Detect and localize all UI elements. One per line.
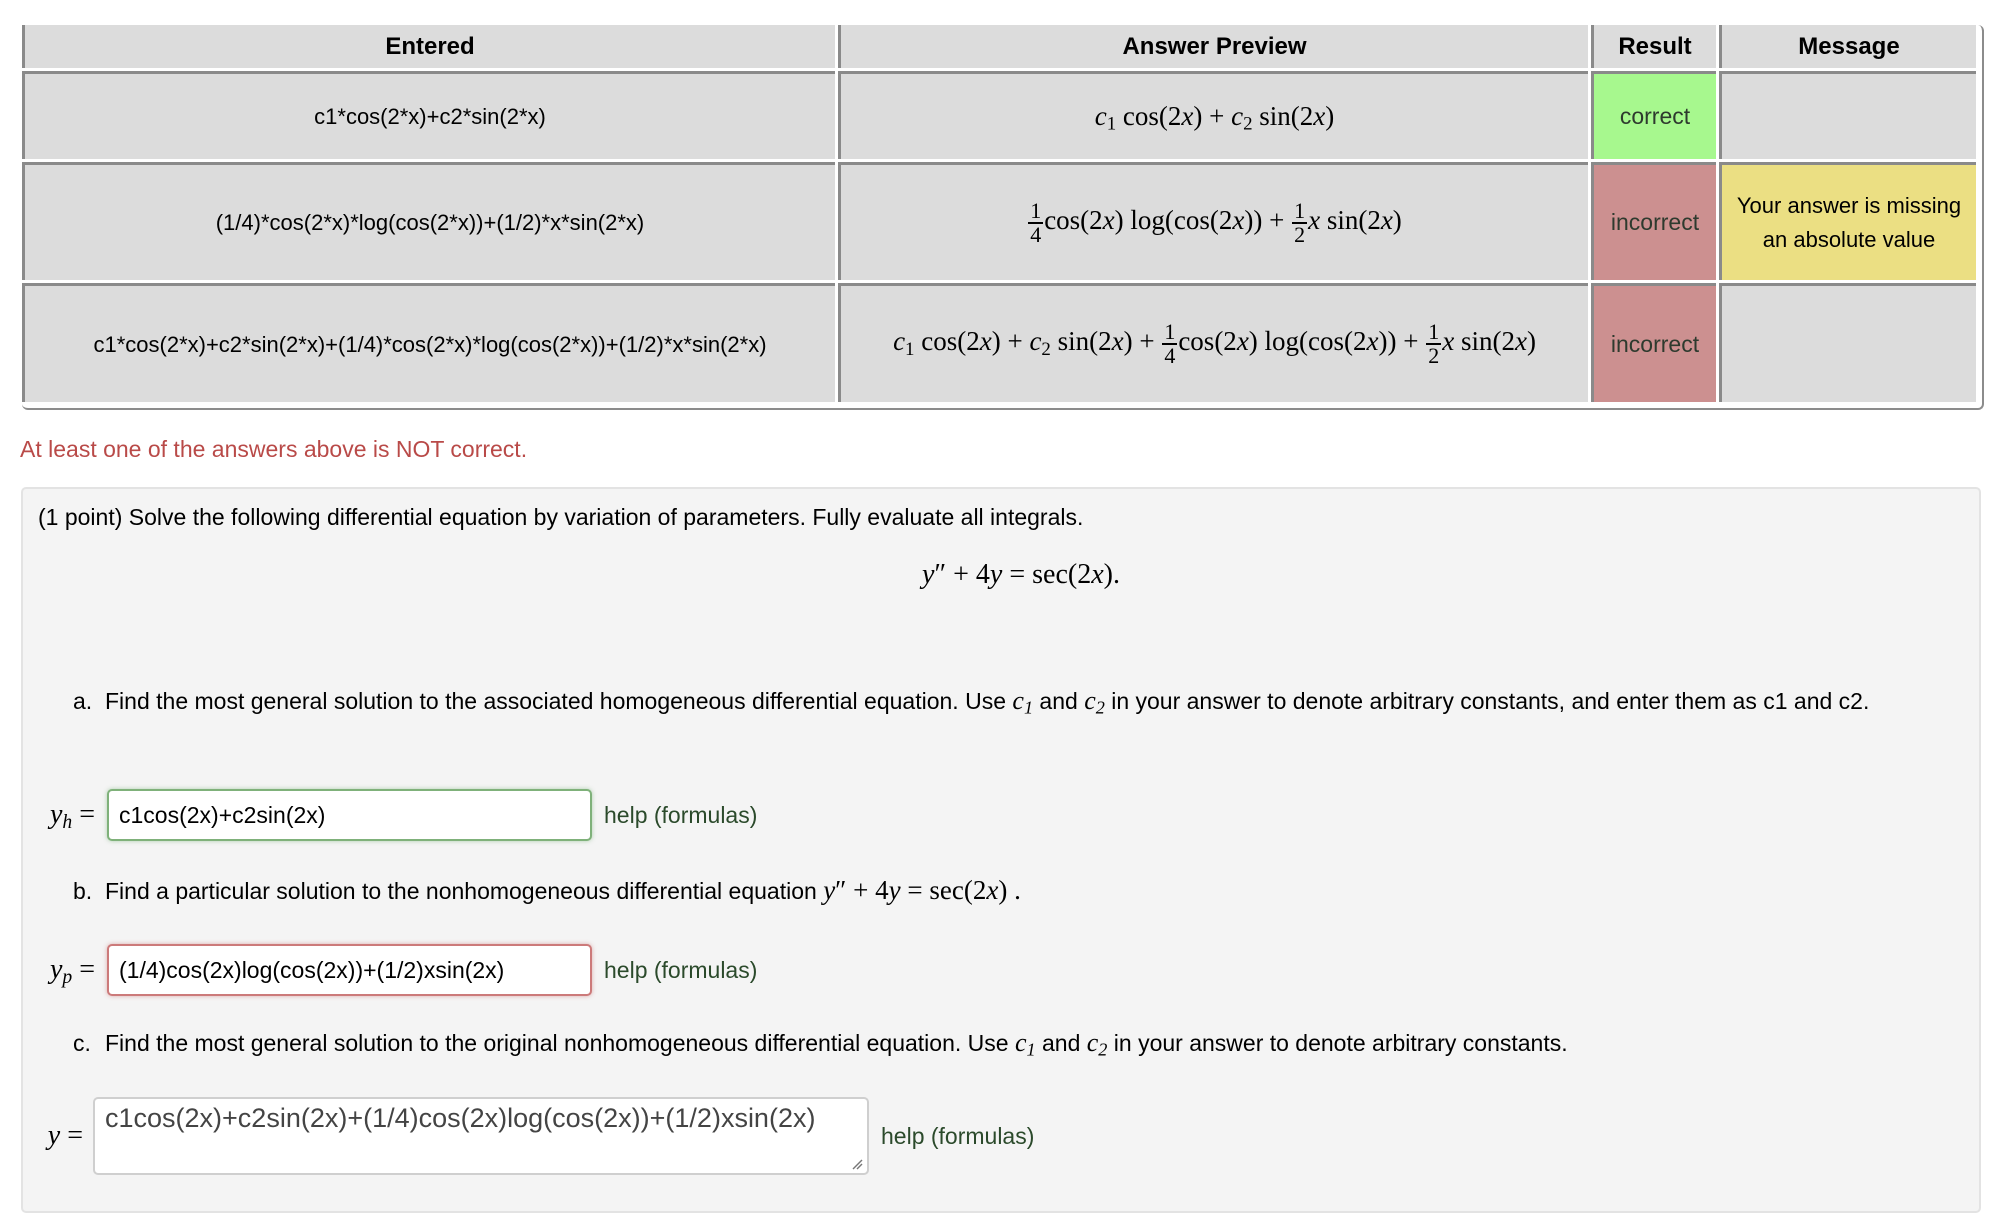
part-b-text: Find a particular solution to the nonhom… bbox=[105, 878, 817, 904]
c1-symbol: c1 bbox=[1014, 1028, 1036, 1060]
problem-equation: y″ + 4y = sec(2x). bbox=[922, 559, 1120, 590]
y-textarea-value: c1cos(2x)+c2sin(2x)+(1/4)cos(2x)log(cos(… bbox=[105, 1103, 816, 1133]
header-result: Result bbox=[1591, 25, 1716, 68]
part-a-label: a. bbox=[73, 688, 93, 714]
results-header-row: Entered Answer Preview Result Message bbox=[22, 25, 1976, 68]
result-badge: incorrect bbox=[1591, 162, 1716, 280]
part-a-text-mid: and bbox=[1039, 688, 1078, 714]
help-formulas-link[interactable]: help (formulas) bbox=[604, 802, 757, 829]
part-a-text-after: in your answer to denote arbitrary const… bbox=[1111, 688, 1870, 714]
part-c-label: c. bbox=[73, 1030, 91, 1056]
header-message: Message bbox=[1719, 25, 1976, 68]
answer-row-y: y = c1cos(2x)+c2sin(2x)+(1/4)cos(2x)log(… bbox=[23, 1097, 1034, 1175]
c1-symbol: c1 bbox=[1012, 686, 1034, 718]
answer-preview-cell: 1 4 cos(2x) log(cos(2x)) + 12x sin(2x) bbox=[838, 162, 1588, 280]
part-b-label: b. bbox=[73, 878, 93, 904]
table-row: (1/4)*cos(2*x)*log(cos(2*x))+(1/2)*x*sin… bbox=[22, 162, 1976, 280]
result-badge: correct bbox=[1591, 71, 1716, 159]
yh-input[interactable]: c1cos(2x)+c2sin(2x) bbox=[107, 789, 592, 841]
c2-symbol: c2 bbox=[1084, 686, 1105, 718]
table-row: c1*cos(2*x)+c2*sin(2*x) c1 cos(2x) + c2 … bbox=[22, 71, 1976, 159]
part-b-prompt: b. Find a particular solution to the nonh… bbox=[73, 873, 1963, 908]
part-c-text-after: in your answer to denote arbitrary const… bbox=[1113, 1030, 1568, 1056]
header-entered: Entered bbox=[22, 25, 835, 68]
resize-grip-icon[interactable] bbox=[851, 1158, 863, 1170]
status-message: At least one of the answers above is NOT… bbox=[20, 436, 528, 462]
part-c-prompt: c. Find the most general solution to the … bbox=[73, 1026, 1963, 1060]
entered-cell: (1/4)*cos(2*x)*log(cos(2*x))+(1/2)*x*sin… bbox=[22, 162, 835, 280]
answer-row-yh: yh = c1cos(2x)+c2sin(2x) help (formulas) bbox=[23, 789, 757, 841]
c2-symbol: c2 bbox=[1086, 1028, 1108, 1060]
message-cell bbox=[1719, 71, 1976, 159]
yp-label: yp = bbox=[49, 954, 95, 988]
part-a-text: Find the most general solution to the as… bbox=[105, 688, 1006, 714]
problem-intro: (1 point) Solve the following differenti… bbox=[38, 504, 1084, 530]
entered-cell: c1*cos(2*x)+c2*sin(2*x)+(1/4)*cos(2*x)*l… bbox=[22, 283, 835, 402]
yp-input[interactable]: (1/4)cos(2x)log(cos(2x))+(1/2)xsin(2x) bbox=[107, 944, 592, 996]
help-formulas-link[interactable]: help (formulas) bbox=[881, 1123, 1034, 1150]
entered-cell: c1*cos(2*x)+c2*sin(2*x) bbox=[22, 71, 835, 159]
result-badge: incorrect bbox=[1591, 283, 1716, 402]
y-label: y = bbox=[47, 1120, 83, 1151]
answer-preview-cell: c1 cos(2x) + c2 sin(2x) + 1 4 cos(2x) log(… bbox=[838, 283, 1588, 402]
part-c-text-mid: and bbox=[1041, 1030, 1081, 1056]
message-cell bbox=[1719, 283, 1976, 402]
part-a-prompt: a. Find the most general solution to the … bbox=[73, 684, 1963, 718]
message-cell: Your answer is missing an absolute value bbox=[1719, 162, 1976, 280]
part-c-text: Find the most general solution to the or… bbox=[105, 1030, 1009, 1056]
answer-preview-cell: c1 cos(2x) + c2 sin(2x) bbox=[838, 71, 1588, 159]
part-b-equation: y″ + 4y = sec(2x) . bbox=[823, 875, 1021, 905]
table-row: c1*cos(2*x)+c2*sin(2*x)+(1/4)*cos(2*x)*l… bbox=[22, 283, 1976, 402]
problem-box: (1 point) Solve the following differenti… bbox=[21, 487, 1981, 1213]
answer-row-yp: yp = (1/4)cos(2x)log(cos(2x))+(1/2)xsin(… bbox=[23, 944, 757, 996]
yh-label: yh = bbox=[49, 799, 95, 833]
help-formulas-link[interactable]: help (formulas) bbox=[604, 957, 757, 984]
results-table: Entered Answer Preview Result Message c1… bbox=[22, 25, 1984, 410]
y-textarea[interactable]: c1cos(2x)+c2sin(2x)+(1/4)cos(2x)log(cos(… bbox=[93, 1097, 869, 1175]
header-answer-preview: Answer Preview bbox=[838, 25, 1588, 68]
